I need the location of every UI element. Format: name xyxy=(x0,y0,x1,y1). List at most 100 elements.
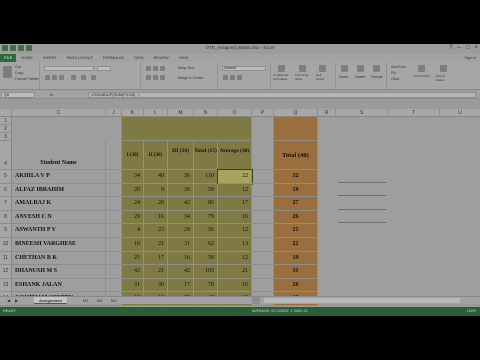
total40-cell[interactable]: 27 xyxy=(274,197,318,211)
row-header[interactable]: 12 xyxy=(0,265,12,279)
conditional-formatting-icon[interactable] xyxy=(278,65,285,72)
blank-cell[interactable] xyxy=(252,251,274,266)
tab-formulas[interactable]: FORMULAS xyxy=(98,54,129,62)
row-header[interactable]: 13 xyxy=(0,278,12,293)
student-name-cell[interactable]: BINEESH VARGHESE xyxy=(12,238,106,252)
test3-cell[interactable]: 36 xyxy=(168,170,194,184)
column-header[interactable]: J xyxy=(106,109,122,117)
average-cell[interactable]: 16 xyxy=(218,210,252,225)
total40-cell[interactable]: 32 xyxy=(274,170,318,184)
test3-cell[interactable]: 29 xyxy=(168,224,194,238)
conditional-formatting-button[interactable]: Conditional Formatting xyxy=(273,73,293,81)
average-cell[interactable]: 16 xyxy=(218,278,252,293)
find-select-button[interactable]: Find & Select xyxy=(436,74,452,82)
total40-cell[interactable]: 31 xyxy=(274,265,318,279)
column-header[interactable]: O xyxy=(218,109,252,117)
align-center-icon[interactable] xyxy=(153,75,158,80)
row-header[interactable]: 10 xyxy=(0,238,12,252)
scroll-handle[interactable] xyxy=(252,297,260,304)
test3-cell[interactable]: 16 xyxy=(168,251,194,266)
test1-cell[interactable]: 31 xyxy=(122,278,144,293)
student-name-cell[interactable]: ALFAZ IBRAHIM xyxy=(12,183,106,198)
student-name-cell[interactable]: AMALRAJ K xyxy=(12,197,106,211)
total40-cell[interactable]: 26 xyxy=(274,278,318,293)
test3-cell[interactable]: 42 xyxy=(168,265,194,279)
total15-cell[interactable]: 62 xyxy=(194,238,218,252)
format-as-table-icon[interactable] xyxy=(299,65,306,72)
blank-cell[interactable] xyxy=(252,238,274,252)
total40-header[interactable]: Total (40) xyxy=(274,141,318,170)
merge-center-button[interactable]: Merge & Center xyxy=(178,76,203,80)
blank-cell[interactable] xyxy=(252,278,274,293)
test1-cell[interactable]: 25 xyxy=(122,251,144,266)
test1-cell[interactable]: 4 xyxy=(122,224,144,238)
blank-cell[interactable] xyxy=(106,117,122,170)
align-bottom-icon[interactable] xyxy=(160,66,165,71)
sign-in-link[interactable]: Sign in xyxy=(464,56,480,60)
test3-cell[interactable]: 31 xyxy=(168,238,194,252)
total40-cell[interactable]: 22 xyxy=(274,238,318,252)
name-box[interactable]: Q5 xyxy=(1,92,35,98)
test1-cell[interactable]: 10 xyxy=(122,238,144,252)
borders-icon[interactable] xyxy=(71,75,76,80)
horizontal-scrollbar[interactable] xyxy=(264,298,460,303)
test1-cell[interactable]: 20 xyxy=(122,183,144,198)
total15-cell[interactable]: 56 xyxy=(194,224,218,238)
total15-cell[interactable]: 110 xyxy=(194,170,218,184)
test2-cell[interactable]: 17 xyxy=(144,251,168,266)
formula-input[interactable]: =ROUNDUP(SUM(F5:O5)...) xyxy=(88,92,476,98)
average-cell[interactable]: 12 xyxy=(218,224,252,238)
row-header[interactable]: 7 xyxy=(0,197,12,211)
copy-button[interactable]: Copy xyxy=(15,71,23,75)
student-name-cell[interactable]: ASWANTH P V xyxy=(12,224,106,238)
total15-cell[interactable]: 86 xyxy=(194,197,218,211)
column-header[interactable]: M xyxy=(168,109,194,117)
total15-cell[interactable]: 78 xyxy=(194,278,218,293)
test1-cell[interactable]: 24 xyxy=(122,197,144,211)
blank-cell[interactable] xyxy=(106,170,122,184)
test1-cell[interactable]: 29 xyxy=(122,210,144,225)
average-cell[interactable]: 21 xyxy=(218,265,252,279)
column-header[interactable]: T xyxy=(388,109,440,117)
column-header[interactable]: K xyxy=(122,109,144,117)
underline-icon[interactable] xyxy=(59,75,64,80)
test3-cell[interactable]: 30 xyxy=(168,183,194,198)
format-button[interactable]: Format xyxy=(371,75,382,79)
blank-cell[interactable] xyxy=(106,251,122,266)
row-header[interactable]: 11 xyxy=(0,251,12,266)
total40-cell[interactable]: 19 xyxy=(274,251,318,266)
student-name-cell[interactable]: ANVESH C N xyxy=(12,210,106,225)
column-header[interactable]: U xyxy=(440,109,480,117)
fill-color-icon[interactable] xyxy=(81,75,86,80)
column-header[interactable]: P xyxy=(252,109,274,117)
blank-cell[interactable] xyxy=(106,183,122,198)
align-middle-icon[interactable] xyxy=(153,66,158,71)
row-header[interactable]: 9 xyxy=(0,224,12,238)
total40-cell[interactable]: 26 xyxy=(274,210,318,225)
cell-styles-icon[interactable] xyxy=(319,65,326,72)
align-right-icon[interactable] xyxy=(160,75,165,80)
test3-header[interactable]: III (30) xyxy=(168,141,194,170)
paste-icon[interactable] xyxy=(3,66,12,78)
total15-cell[interactable]: 58 xyxy=(194,251,218,266)
total15-cell[interactable]: 79 xyxy=(194,210,218,225)
blank-cell[interactable] xyxy=(252,197,274,211)
blank-cell[interactable] xyxy=(252,210,274,225)
blank-cell[interactable] xyxy=(106,197,122,211)
tab-home[interactable]: HOME xyxy=(16,54,37,62)
total40-cell[interactable]: 21 xyxy=(274,224,318,238)
test3-cell[interactable]: 17 xyxy=(168,278,194,293)
column-header[interactable]: S xyxy=(336,109,388,117)
cell-styles-button[interactable]: Cell Styles xyxy=(316,73,330,81)
close-icon[interactable]: × xyxy=(474,45,478,52)
autosum-button[interactable]: AutoSum xyxy=(391,65,406,69)
sort-filter-icon[interactable] xyxy=(418,65,425,72)
column-header[interactable]: C xyxy=(12,109,106,117)
row-header[interactable]: 1 xyxy=(0,117,12,125)
maximize-icon[interactable]: □ xyxy=(466,45,470,52)
tab-insert[interactable]: INSERT xyxy=(38,54,62,62)
test2-cell[interactable]: 21 xyxy=(144,238,168,252)
blank-cell[interactable] xyxy=(106,224,122,238)
align-top-icon[interactable] xyxy=(146,66,151,71)
help-icon[interactable]: ? xyxy=(449,45,452,52)
